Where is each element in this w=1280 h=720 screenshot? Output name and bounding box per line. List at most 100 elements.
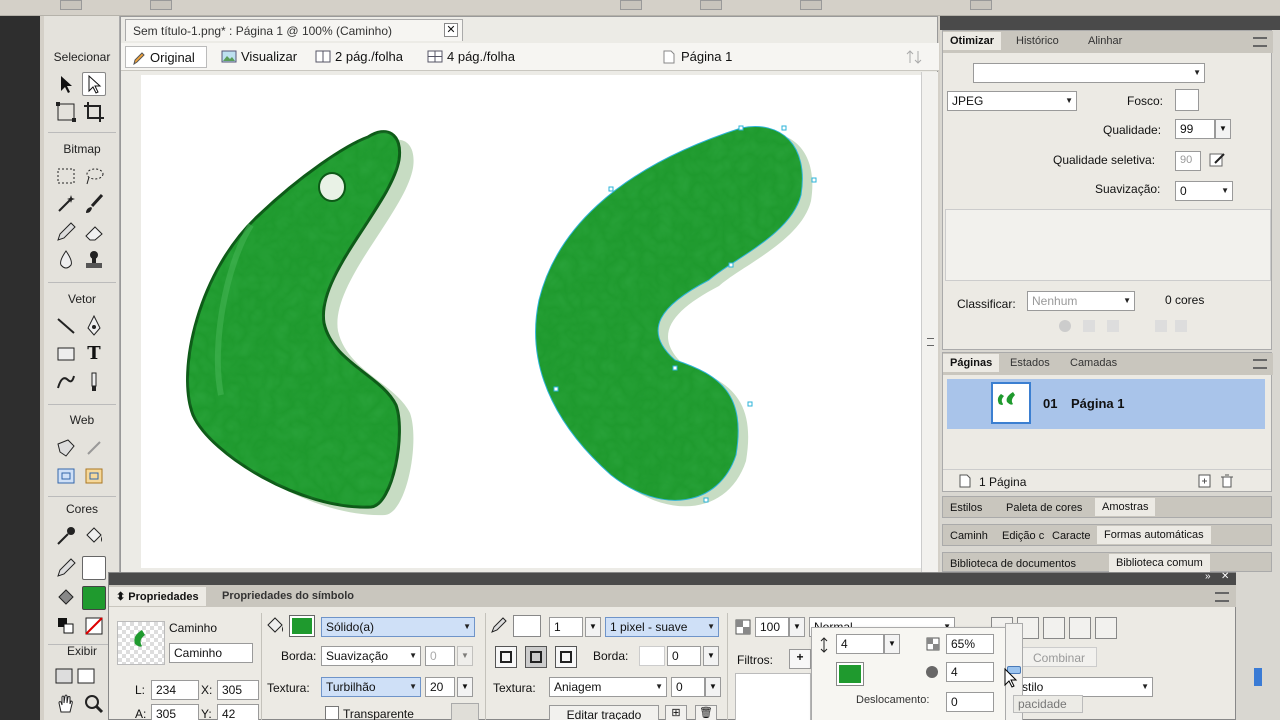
pencil-tool-icon[interactable] [54, 220, 78, 244]
fill-edge-select[interactable]: Suavização [321, 646, 421, 666]
stroke-edge-slider-button[interactable] [703, 646, 719, 666]
brush-tool-icon[interactable] [82, 192, 106, 216]
eraser-tool-icon[interactable] [82, 220, 106, 244]
x-input[interactable]: 305 [217, 680, 259, 700]
stroke-texture-select[interactable]: Aniagem [549, 677, 667, 697]
scale-tool-icon[interactable] [54, 100, 78, 124]
toolbar-button[interactable] [60, 0, 82, 10]
tab-2-up[interactable]: 2 pág./folha [313, 46, 413, 68]
stroke-edge-select[interactable] [639, 646, 665, 666]
stroke-inside-button[interactable] [495, 646, 517, 668]
filter-color-box[interactable] [836, 662, 864, 686]
lasso-tool-icon[interactable] [82, 164, 106, 188]
width-input[interactable]: 234 [151, 680, 199, 700]
fill-color-bucket-icon[interactable] [54, 586, 78, 610]
palette-button[interactable] [1155, 320, 1167, 332]
tab-common-library[interactable]: Biblioteca comum [1109, 554, 1210, 572]
stroke-size-slider-button[interactable] [585, 617, 601, 637]
canvas[interactable] [141, 75, 921, 568]
tab-styles[interactable]: Estilos [943, 499, 989, 517]
settings-select[interactable] [973, 63, 1205, 83]
close-tab-icon[interactable]: ✕ [444, 23, 458, 37]
toolbar-button[interactable] [150, 0, 172, 10]
palette-button[interactable] [1083, 320, 1095, 332]
panel-menu-icon[interactable] [1215, 592, 1229, 602]
tab-layers[interactable]: Camadas [1063, 354, 1124, 372]
tab-symbol-properties[interactable]: Propriedades do símbolo [215, 587, 361, 605]
fill-options-button[interactable] [451, 703, 479, 720]
fill-texture-select[interactable]: Turbilhão [321, 677, 421, 697]
filter-opacity-input[interactable]: 65% [946, 634, 994, 654]
knife-tool-icon[interactable] [82, 370, 106, 394]
format-select[interactable]: JPEG [947, 91, 1077, 111]
show-slices-icon[interactable] [82, 464, 106, 488]
delete-stroke-icon[interactable]: 🗑 [695, 705, 717, 720]
palette-button[interactable] [1107, 320, 1119, 332]
new-page-icon[interactable] [1197, 473, 1213, 489]
fill-type-select[interactable]: Sólido(a) [321, 617, 475, 637]
text-tool-icon[interactable]: T [82, 342, 106, 366]
tab-original[interactable]: Original [125, 46, 207, 68]
tab-edit[interactable]: Edição c [995, 527, 1051, 545]
full-screen-menu-mode-icon[interactable] [74, 664, 98, 688]
opacity-slider-button[interactable] [789, 617, 805, 637]
slice-tool-icon[interactable] [82, 436, 106, 460]
punch-button[interactable] [1043, 617, 1065, 639]
stroke-color-pencil-icon[interactable] [54, 556, 78, 580]
stroke-edge-value[interactable]: 0 [667, 646, 701, 666]
fill-color-swatch[interactable] [82, 586, 106, 610]
vertical-scrollbar[interactable] [921, 72, 938, 572]
pointer-tool-icon[interactable] [54, 72, 78, 96]
tab-properties[interactable]: ⬍ Propriedades [109, 587, 206, 606]
tab-optimize[interactable]: Otimizar [943, 32, 1002, 50]
stroke-outside-button[interactable] [555, 646, 577, 668]
tab-swatches[interactable]: Amostras [1095, 498, 1156, 516]
default-colors-icon[interactable] [54, 614, 78, 638]
fill-texture-value[interactable]: 20 [425, 677, 455, 697]
opacity-input[interactable]: 100 [755, 617, 789, 637]
tab-4-up[interactable]: 4 pág./folha [425, 46, 529, 68]
no-stroke-fill-icon[interactable] [82, 614, 106, 638]
stroke-center-button[interactable] [525, 646, 547, 668]
tab-palette[interactable]: Paleta de cores [999, 499, 1089, 517]
blur-tool-icon[interactable] [54, 248, 78, 272]
delete-page-icon[interactable] [1219, 473, 1235, 489]
hand-tool-icon[interactable] [54, 692, 78, 716]
add-filter-button[interactable]: + [789, 649, 811, 669]
tab-document-library[interactable]: Biblioteca de documentos [943, 555, 1083, 573]
filter-distance-input[interactable]: 4 [836, 634, 884, 654]
y-input[interactable]: 42 [217, 704, 259, 720]
quality-slider-button[interactable] [1215, 119, 1231, 139]
crop-path-button[interactable] [1069, 617, 1091, 639]
hide-slices-icon[interactable] [54, 464, 78, 488]
tab-path[interactable]: Caminh [943, 527, 995, 545]
add-stroke-icon[interactable]: ⊞ [665, 705, 687, 720]
combine-button[interactable]: Combinar [1021, 647, 1097, 667]
rectangle-tool-icon[interactable] [54, 342, 78, 366]
height-input[interactable]: 305 [151, 704, 199, 720]
stroke-texture-slider-button[interactable] [705, 677, 721, 697]
panel-close-icon[interactable]: ✕ [1221, 571, 1229, 582]
eyedropper-tool-icon[interactable] [54, 524, 78, 548]
selective-quality-input[interactable]: 90 [1175, 151, 1201, 171]
stroke-color-box[interactable] [513, 615, 541, 637]
stamp-tool-icon[interactable] [82, 248, 106, 272]
document-tab[interactable]: Sem título-1.png* : Página 1 @ 100% (Cam… [125, 19, 463, 41]
mask-button[interactable] [1095, 617, 1117, 639]
panel-collapse-icon[interactable]: » [1205, 571, 1211, 582]
stroke-texture-value[interactable]: 0 [671, 677, 705, 697]
panel-menu-icon[interactable] [1253, 37, 1267, 47]
edit-stroke-button[interactable]: Editar traçado [549, 705, 659, 720]
tab-preview[interactable]: Visualizar [217, 46, 307, 68]
sort-select[interactable]: Nenhum [1027, 291, 1135, 311]
fill-color-box[interactable] [289, 615, 315, 637]
standard-screen-mode-icon[interactable] [52, 664, 76, 688]
toolbar-button[interactable] [800, 0, 822, 10]
matte-color-swatch[interactable] [1175, 89, 1199, 111]
page-navigation-icon[interactable] [905, 48, 925, 66]
smoothing-select[interactable]: 0 [1175, 181, 1233, 201]
object-name-input[interactable]: Caminho [169, 643, 253, 663]
fill-edge-slider-button[interactable] [457, 646, 473, 666]
magic-wand-tool-icon[interactable] [54, 192, 78, 216]
palette-button[interactable] [1175, 320, 1187, 332]
